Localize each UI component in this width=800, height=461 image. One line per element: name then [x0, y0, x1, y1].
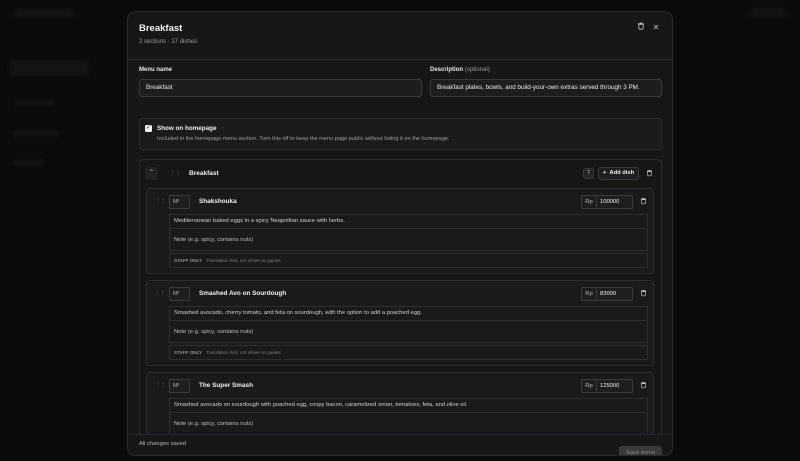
edit-menu-dialog: Breakfast 2 sections · 17 dishes ✕ Menu …	[127, 11, 673, 456]
save-menu-button[interactable]: Save menu	[619, 446, 662, 455]
price-value: 83000	[600, 291, 617, 297]
show-on-homepage-description: Included in the homepage menu section. T…	[157, 136, 450, 142]
dish-card: ⋮⋮ Nº Shakshouka Rp 100000 Mediterranean …	[146, 188, 654, 274]
show-on-homepage-title: Show on homepage	[157, 125, 217, 132]
dish-price-input[interactable]: Rp 125000	[581, 379, 633, 393]
dish-description-input[interactable]: Smashed avocado, cherry tomato, and feta…	[169, 306, 648, 320]
description-input[interactable]: Breakfast plates, bowls, and build-your-…	[430, 79, 662, 97]
staff-only-label: STAFF ONLY	[174, 350, 203, 355]
menu-section: ⌃ ⋮⋮ Breakfast 7 + Add dish ⋮⋮ Nº Shaksho…	[139, 159, 662, 439]
collapse-section-button[interactable]: ⌃	[145, 167, 158, 180]
dish-number-input[interactable]: Nº	[169, 287, 190, 301]
delete-section-button[interactable]	[645, 169, 654, 179]
background-block	[14, 100, 54, 106]
dish-price-input[interactable]: Rp 83000	[581, 287, 633, 301]
trash-icon	[641, 197, 646, 205]
dish-note-input[interactable]: Note (e.g. spicy, contains nuts)	[169, 228, 648, 251]
delete-dish-button[interactable]	[639, 381, 648, 391]
trash-icon	[641, 289, 646, 297]
dish-name-input[interactable]: Shakshouka	[199, 198, 237, 205]
optional-hint: (optional)	[464, 67, 490, 73]
background-block	[10, 60, 90, 76]
dialog-header: Breakfast 2 sections · 17 dishes ✕	[128, 12, 672, 60]
drag-handle-icon[interactable]: ⋮⋮	[155, 382, 166, 389]
translation-hint-input[interactable]: STAFF ONLY Translation hint, not shown to…	[169, 253, 648, 268]
currency-label: Rp	[582, 196, 597, 208]
delete-dish-button[interactable]	[639, 197, 648, 207]
translation-hint-input[interactable]: STAFF ONLY Translation hint, not shown to…	[169, 345, 648, 360]
plus-icon: +	[603, 170, 607, 176]
background-block	[14, 160, 44, 166]
add-dish-label: Add dish	[609, 170, 635, 176]
price-value: 125000	[600, 383, 620, 389]
dish-number-input[interactable]: Nº	[169, 379, 190, 393]
translation-hint-placeholder: Translation hint, not shown to guests	[206, 258, 281, 263]
dish-price-input[interactable]: Rp 100000	[581, 195, 633, 209]
dish-card: ⋮⋮ Nº The Super Smash Rp 125000 Smashed a…	[146, 372, 654, 439]
close-icon: ✕	[652, 23, 660, 32]
close-dialog-button[interactable]: ✕	[650, 22, 662, 34]
delete-menu-button[interactable]	[635, 22, 647, 34]
trash-icon	[647, 169, 652, 177]
description-label-text: Description	[430, 67, 464, 73]
description-label: Description (optional)	[430, 67, 490, 73]
show-on-homepage-checkbox[interactable]: ✓	[145, 125, 152, 132]
dish-note-input[interactable]: Note (e.g. spicy, contains nuts)	[169, 320, 648, 343]
background-block	[14, 130, 58, 136]
section-title[interactable]: Breakfast	[189, 170, 219, 177]
staff-only-label: STAFF ONLY	[174, 258, 203, 263]
dialog-body: Menu name Breakfast Description (optiona…	[128, 61, 672, 439]
drag-handle-icon[interactable]: ⋮⋮	[155, 198, 166, 205]
trash-icon	[638, 22, 644, 30]
drag-handle-icon[interactable]: ⋮⋮	[155, 290, 166, 297]
save-status: All changes saved	[139, 441, 187, 447]
price-value: 100000	[600, 199, 620, 205]
show-on-homepage-toggle[interactable]: ✓ Show on homepage Included in the homep…	[139, 118, 662, 150]
dialog-footer: All changes saved Save menu	[128, 434, 672, 455]
dialog-subtitle: 2 sections · 17 dishes	[139, 39, 198, 45]
add-dish-button[interactable]: + Add dish	[598, 167, 639, 180]
menu-name-label: Menu name	[139, 67, 173, 73]
menu-name-input[interactable]: Breakfast	[139, 79, 422, 97]
dialog-title: Breakfast	[139, 23, 183, 34]
delete-dish-button[interactable]	[639, 289, 648, 299]
trash-icon	[641, 381, 646, 389]
background-block	[750, 8, 786, 18]
currency-label: Rp	[582, 380, 597, 392]
currency-label: Rp	[582, 288, 597, 300]
translation-hint-placeholder: Translation hint, not shown to guests	[206, 350, 281, 355]
dish-count-badge: 7	[583, 168, 594, 179]
background-block	[14, 10, 74, 18]
dish-description-input[interactable]: Smashed avocado on sourdough with poache…	[169, 398, 648, 412]
chevron-up-icon: ⌃	[148, 170, 155, 176]
dish-card: ⋮⋮ Nº Smashed Avo on Sourdough Rp 83000 S…	[146, 280, 654, 366]
dish-number-input[interactable]: Nº	[169, 195, 190, 209]
dish-description-input[interactable]: Mediterranean baked eggs in a spicy Neap…	[169, 214, 648, 228]
drag-handle-icon[interactable]: ⋮⋮	[170, 170, 181, 177]
dish-note-input[interactable]: Note (e.g. spicy, contains nuts)	[169, 412, 648, 435]
dish-name-input[interactable]: Smashed Avo on Sourdough	[199, 290, 286, 297]
dish-name-input[interactable]: The Super Smash	[199, 382, 253, 389]
